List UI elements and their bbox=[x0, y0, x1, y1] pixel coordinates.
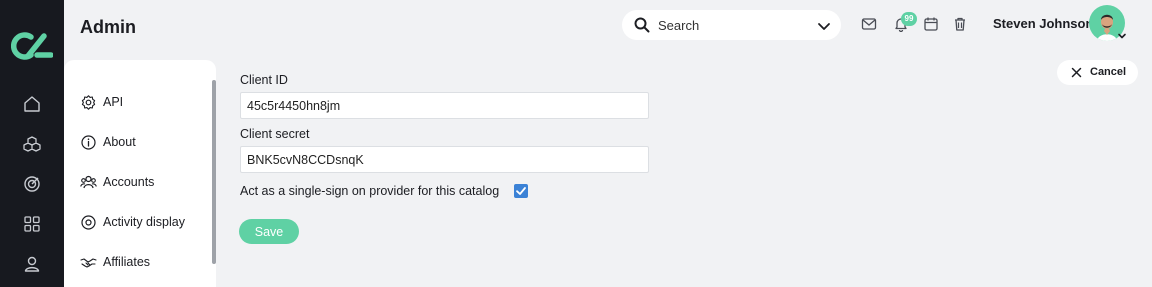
search-icon bbox=[634, 17, 650, 33]
client-id-field[interactable] bbox=[240, 92, 649, 119]
nav-item-affiliates[interactable]: Affiliates bbox=[80, 252, 208, 274]
cancel-button[interactable]: Cancel bbox=[1057, 60, 1138, 85]
nav-item-api[interactable]: API bbox=[80, 92, 208, 114]
nav-item-label: Accounts bbox=[103, 175, 155, 189]
handshake-icon bbox=[80, 258, 97, 268]
client-id-label: Client ID bbox=[240, 73, 288, 87]
client-secret-field[interactable] bbox=[240, 146, 649, 173]
mail-icon[interactable] bbox=[861, 16, 877, 32]
users-icon bbox=[80, 175, 97, 189]
trash-icon[interactable] bbox=[952, 16, 968, 32]
sso-label: Act as a single-sign on provider for thi… bbox=[240, 184, 500, 198]
brand-logo[interactable] bbox=[11, 31, 53, 61]
target-icon[interactable] bbox=[22, 174, 42, 194]
nav-item-label: About bbox=[103, 135, 136, 149]
info-icon bbox=[81, 135, 96, 150]
notification-badge: 99 bbox=[901, 12, 917, 26]
chevron-down-icon[interactable] bbox=[1116, 30, 1128, 42]
chevron-down-icon[interactable] bbox=[817, 19, 831, 33]
cancel-label: Cancel bbox=[1090, 66, 1127, 78]
nav-item-label: Activity display bbox=[103, 215, 185, 229]
close-icon bbox=[1071, 67, 1082, 78]
save-button[interactable]: Save bbox=[239, 219, 299, 244]
search-input[interactable]: Search bbox=[658, 18, 699, 33]
client-secret-label: Client secret bbox=[240, 127, 310, 141]
sidebar-rail bbox=[0, 0, 64, 287]
user-name[interactable]: Steven Johnson bbox=[993, 16, 1093, 31]
check-icon bbox=[516, 187, 526, 195]
search-bar[interactable]: Search bbox=[622, 10, 841, 40]
user-icon[interactable] bbox=[22, 254, 42, 274]
nav-item-accounts[interactable]: Accounts bbox=[80, 172, 208, 194]
home-icon[interactable] bbox=[22, 94, 42, 114]
calendar-icon[interactable] bbox=[923, 16, 939, 32]
activity-icon bbox=[81, 215, 96, 230]
gear-icon bbox=[81, 95, 96, 110]
nav-item-label: API bbox=[103, 95, 124, 109]
scrollbar[interactable] bbox=[212, 80, 216, 264]
grid-icon[interactable] bbox=[22, 214, 42, 234]
nav-item-label: Affiliates bbox=[103, 255, 151, 269]
nav-item-activity-display[interactable]: Activity display bbox=[80, 212, 208, 234]
page-title: Admin bbox=[80, 17, 136, 37]
cubes-icon[interactable] bbox=[22, 134, 42, 154]
nav-item-about[interactable]: About bbox=[80, 132, 208, 154]
sso-checkbox[interactable] bbox=[514, 184, 528, 198]
